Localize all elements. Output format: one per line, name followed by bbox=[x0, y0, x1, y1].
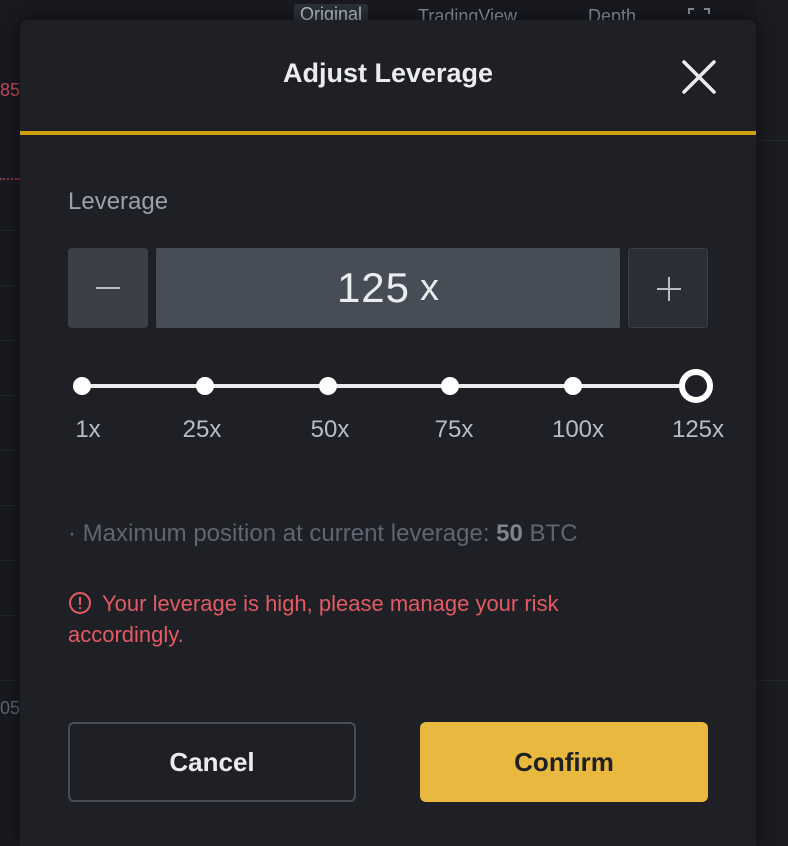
max-position-info: · Maximum position at current leverage: … bbox=[68, 520, 578, 548]
grid-line bbox=[0, 560, 20, 561]
leverage-input[interactable]: 125 x bbox=[156, 248, 620, 328]
close-button[interactable] bbox=[680, 58, 718, 96]
orderbook-price: 05 bbox=[0, 698, 21, 718]
grid-line bbox=[0, 615, 20, 616]
slider-thumb[interactable] bbox=[679, 369, 713, 403]
slider-step-dot[interactable] bbox=[564, 377, 583, 395]
grid-line bbox=[0, 340, 20, 341]
max-position-unit: BTC bbox=[522, 520, 578, 547]
chart-tabs: Original TradingView Depth bbox=[294, 0, 714, 26]
info-circle-icon bbox=[69, 592, 91, 614]
slider-track[interactable] bbox=[82, 384, 696, 388]
leverage-unit: x bbox=[420, 266, 440, 309]
close-icon bbox=[682, 60, 716, 94]
risk-warning-text: Your leverage is high, please manage you… bbox=[68, 591, 559, 647]
slider-mark-label[interactable]: 125x bbox=[672, 416, 724, 444]
slider-mark-label[interactable]: 25x bbox=[183, 416, 222, 444]
header-divider bbox=[20, 131, 756, 135]
grid-line bbox=[756, 680, 788, 681]
leverage-slider[interactable]: 1x 25x 50x 75x 100x 125x bbox=[68, 364, 724, 464]
grid-line bbox=[0, 285, 20, 286]
max-position-text: · Maximum position at current leverage: bbox=[68, 520, 497, 547]
slider-step-dot[interactable] bbox=[73, 377, 91, 395]
background-side-panel bbox=[756, 0, 788, 846]
decrease-leverage-button[interactable] bbox=[68, 248, 148, 328]
expand-icon[interactable] bbox=[688, 8, 710, 20]
slider-mark-label[interactable]: 50x bbox=[311, 416, 350, 444]
slider-mark-label[interactable]: 100x bbox=[552, 416, 604, 444]
cancel-button[interactable]: Cancel bbox=[68, 722, 356, 802]
grid-line bbox=[0, 230, 20, 231]
grid-line bbox=[0, 395, 20, 396]
grid-line bbox=[0, 505, 20, 506]
adjust-leverage-dialog: Adjust Leverage Leverage 125 x 1x 25x 50x 7… bbox=[20, 20, 756, 846]
confirm-button[interactable]: Confirm bbox=[420, 722, 708, 802]
grid-line bbox=[0, 680, 20, 681]
increase-leverage-button[interactable] bbox=[628, 248, 708, 328]
slider-step-dot[interactable] bbox=[195, 377, 214, 395]
dialog-title: Adjust Leverage bbox=[282, 58, 494, 88]
dialog-header: Adjust Leverage bbox=[20, 20, 756, 132]
slider-mark-label[interactable]: 75x bbox=[435, 416, 474, 444]
max-position-amount: 50 bbox=[496, 520, 523, 547]
minus-icon bbox=[96, 287, 120, 289]
orderbook-divider bbox=[0, 178, 20, 180]
slider-mark-label[interactable]: 1x bbox=[75, 416, 100, 444]
slider-step-dot[interactable] bbox=[441, 377, 460, 395]
risk-warning: Your leverage is high, please manage you… bbox=[68, 588, 668, 650]
leverage-value: 125 bbox=[336, 264, 411, 311]
leverage-label: Leverage bbox=[68, 188, 169, 215]
slider-step-dot[interactable] bbox=[318, 377, 337, 395]
grid-line bbox=[0, 450, 20, 451]
orderbook-price: 85 bbox=[0, 80, 21, 100]
grid-line bbox=[756, 140, 788, 141]
